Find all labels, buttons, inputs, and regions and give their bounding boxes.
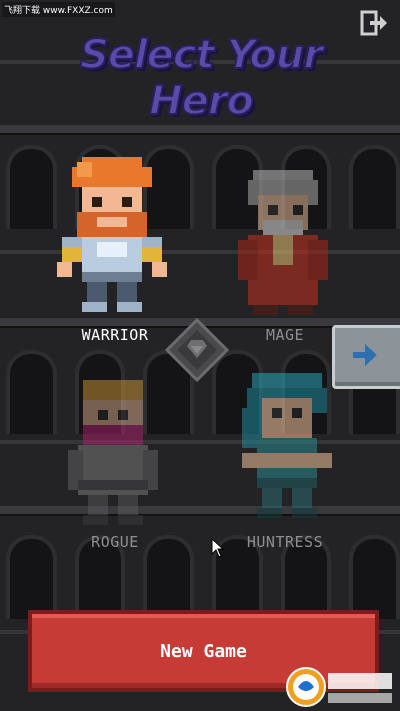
cursor-icon <box>211 538 225 558</box>
hero-rogue[interactable] <box>58 375 168 525</box>
hero-huntress[interactable] <box>232 368 342 523</box>
next-arrow-icon <box>353 344 377 366</box>
hero-label-rogue[interactable]: ROGUE <box>55 533 175 551</box>
hero-label-huntress[interactable]: HUNTRESS <box>225 533 345 551</box>
hero-label-warrior[interactable]: WARRIOR <box>55 326 175 344</box>
ledge <box>0 125 400 133</box>
page-title: Select Your Hero <box>79 31 324 125</box>
hero-mage[interactable] <box>228 165 338 320</box>
next-button[interactable] <box>332 325 400 389</box>
hero-label-mage[interactable]: MAGE <box>225 326 345 344</box>
challenge-badge-icon[interactable] <box>165 318 229 382</box>
hero-warrior[interactable] <box>52 152 172 317</box>
watermark: 飞翔下载 www.FXXZ.com <box>2 2 115 17</box>
watermark-logo <box>286 667 392 707</box>
hero-select-screen: 飞翔下载 www.FXXZ.com Select Your Hero WARRI… <box>0 0 400 711</box>
